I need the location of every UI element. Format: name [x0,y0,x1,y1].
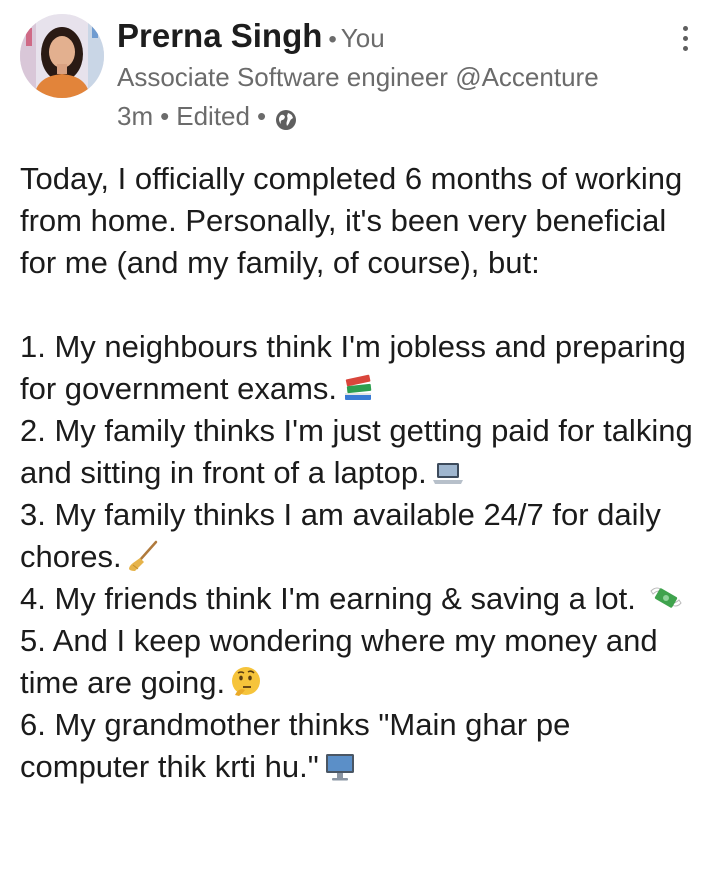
list-item: 1. My neighbours think I'm jobless and p… [20,329,686,406]
avatar[interactable] [20,14,104,98]
broom-emoji [126,539,160,573]
author-headline: Associate Software engineer @Accenture [117,62,599,92]
separator-dot: • [328,26,337,53]
money-with-wings-emoji [649,581,683,615]
author-line: Prerna Singh • You [117,16,385,63]
more-options-button[interactable] [670,18,700,58]
edited-label: Edited [176,101,250,131]
globe-icon [275,105,297,130]
desktop-computer-emoji [323,749,357,783]
list-item: 3. My family thinks I am available 24/7 … [20,497,661,574]
more-vertical-icon [682,25,688,31]
list-item: 4. My friends think I'm earning & saving… [20,578,708,620]
post-header: Prerna Singh • You Associate Software engi… [0,0,720,140]
separator-dot: • [160,101,170,131]
author-name[interactable]: Prerna Singh [117,17,322,54]
post-body: Today, I officially completed 6 months o… [20,158,708,788]
list-item: 6. My grandmother thinks "Main ghar pe c… [20,707,571,784]
post-meta: 3m • Edited • [117,99,297,133]
post-intro: Today, I officially completed 6 months o… [20,161,683,280]
thinking-face-emoji [229,665,263,699]
list-item: 2. My family thinks I'm just getting pai… [20,413,693,490]
author-relation: You [340,23,385,53]
separator-dot: • [256,101,267,131]
list-item: 5. And I keep wondering where my money a… [20,623,658,700]
post-time: 3m [117,101,154,131]
laptop-emoji [431,455,465,489]
books-emoji [341,371,375,405]
